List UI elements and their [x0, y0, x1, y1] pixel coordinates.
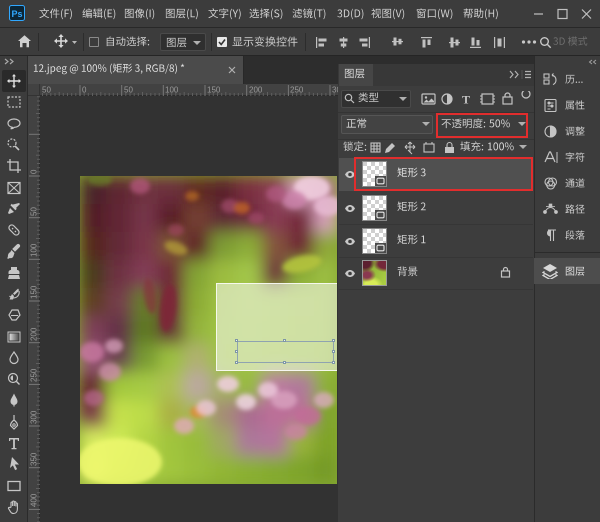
svg-text:100: 100 — [30, 243, 39, 257]
svg-text:400: 400 — [30, 493, 39, 507]
svg-text:200: 200 — [30, 327, 39, 341]
svg-text:350: 350 — [30, 452, 39, 466]
svg-text:50: 50 — [30, 207, 39, 216]
svg-text:300: 300 — [30, 410, 39, 424]
svg-text:0: 0 — [30, 169, 39, 174]
svg-text:50: 50 — [124, 86, 133, 95]
svg-text:50: 50 — [42, 86, 51, 95]
svg-text:T: T — [462, 93, 470, 107]
svg-text:100: 100 — [165, 86, 179, 95]
svg-text:250: 250 — [30, 368, 39, 382]
svg-text:150: 150 — [207, 86, 221, 95]
svg-text:Ps: Ps — [11, 9, 22, 19]
svg-text:0: 0 — [82, 86, 87, 95]
svg-text:250: 250 — [290, 86, 304, 95]
svg-text:150: 150 — [30, 285, 39, 299]
svg-text:200: 200 — [249, 86, 263, 95]
